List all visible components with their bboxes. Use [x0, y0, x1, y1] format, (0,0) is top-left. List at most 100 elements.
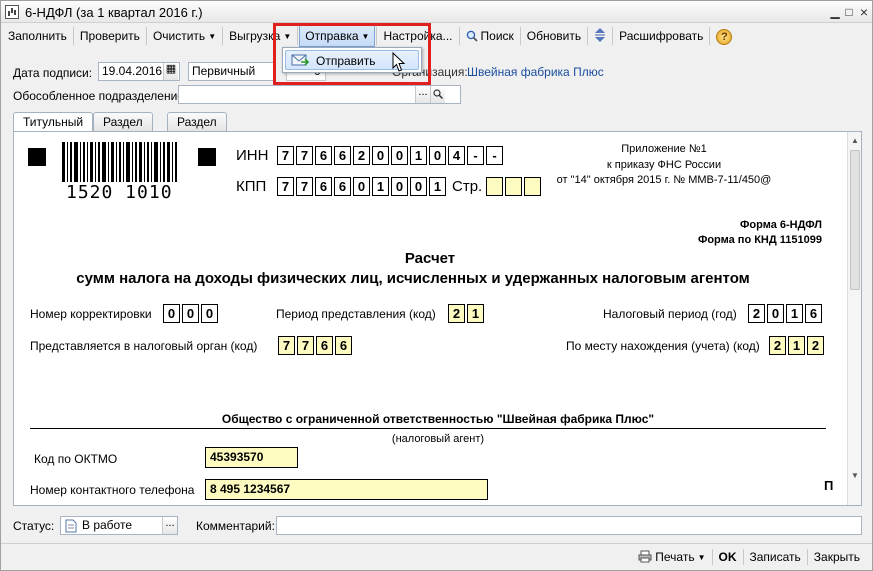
- tab-section-1[interactable]: Раздел 1: [93, 112, 153, 147]
- send-menu-label: Отправить: [316, 54, 376, 68]
- vertical-scrollbar[interactable]: ▲ ▼: [847, 132, 861, 505]
- clear-button[interactable]: Очистить ▼: [148, 25, 221, 47]
- search-label: Поиск: [480, 29, 514, 43]
- decode-button[interactable]: Расшифровать: [614, 25, 708, 47]
- correction-cells: 000: [163, 304, 220, 323]
- digit-cell[interactable]: 1: [372, 177, 389, 196]
- close-button[interactable]: Закрыть: [808, 547, 866, 567]
- digit-cell[interactable]: 1: [429, 177, 446, 196]
- search-button[interactable]: Поиск: [461, 25, 519, 47]
- digit-cell[interactable]: 2: [448, 304, 465, 323]
- scroll-down-icon[interactable]: ▼: [850, 471, 860, 481]
- digit-cell[interactable]: 6: [316, 336, 333, 355]
- printer-icon: [638, 550, 652, 563]
- expand-collapse-button[interactable]: [589, 25, 611, 47]
- tax-year-cells: 2016: [748, 304, 824, 323]
- digit-cell[interactable]: 2: [807, 336, 824, 355]
- digit-cell[interactable]: 0: [163, 304, 180, 323]
- select-button[interactable]: ...: [415, 86, 430, 103]
- toolbar-separator: [458, 27, 460, 45]
- comment-label: Комментарий:: [196, 519, 275, 533]
- oktmo-field[interactable]: 45393570: [205, 447, 298, 468]
- organization-link[interactable]: Швейная фабрика Плюс: [467, 65, 604, 79]
- kpp-label: КПП: [236, 178, 267, 195]
- digit-cell[interactable]: 7: [297, 336, 314, 355]
- subdivision-field[interactable]: ...: [178, 85, 461, 104]
- tab-title-page[interactable]: Титульный: [13, 112, 94, 132]
- marker-square: [198, 148, 216, 166]
- digit-cell[interactable]: 6: [315, 146, 332, 165]
- digit-cell[interactable]: [505, 177, 522, 196]
- digit-cell[interactable]: 1: [786, 304, 803, 323]
- digit-cell[interactable]: 7: [277, 146, 294, 165]
- check-button[interactable]: Проверить: [75, 25, 145, 47]
- digit-cell[interactable]: 2: [353, 146, 370, 165]
- page-label: Стр.: [452, 178, 483, 195]
- maximize-icon[interactable]: □: [841, 4, 857, 20]
- digit-cell[interactable]: -: [486, 146, 503, 165]
- digit-cell[interactable]: 0: [429, 146, 446, 165]
- digit-cell[interactable]: 0: [182, 304, 199, 323]
- digit-cell[interactable]: 0: [201, 304, 218, 323]
- barcode-number: 1520 1010: [66, 182, 173, 203]
- phone-field[interactable]: 8 495 1234567: [205, 479, 488, 500]
- digit-cell[interactable]: [486, 177, 503, 196]
- status-field[interactable]: В работе ...: [60, 516, 178, 535]
- save-button[interactable]: Записать: [744, 547, 807, 567]
- magnifier-icon[interactable]: [430, 86, 445, 103]
- toolbar-separator: [709, 27, 711, 45]
- refresh-button[interactable]: Обновить: [522, 25, 586, 47]
- kpp-cells: 776601001: [277, 177, 448, 196]
- digit-cell[interactable]: 1: [410, 146, 427, 165]
- report-window: 6-НДФЛ (за 1 квартал 2016 г.) ▁ □ × Запо…: [0, 0, 873, 571]
- digit-cell[interactable]: 1: [467, 304, 484, 323]
- location-cells: 212: [769, 336, 826, 355]
- scroll-thumb[interactable]: [850, 150, 860, 290]
- print-button[interactable]: Печать ▼: [632, 547, 711, 567]
- search-icon: [466, 30, 478, 42]
- inn-cells: 7766200104--: [277, 146, 505, 165]
- toolbar-separator: [145, 27, 147, 45]
- digit-cell[interactable]: 6: [315, 177, 332, 196]
- digit-cell[interactable]: 2: [769, 336, 786, 355]
- toolbar-separator: [612, 27, 614, 45]
- comment-field[interactable]: [276, 516, 862, 535]
- digit-cell[interactable]: 2: [748, 304, 765, 323]
- report-kind-select[interactable]: Первичный: [188, 62, 276, 81]
- digit-cell[interactable]: 6: [335, 336, 352, 355]
- toolbar-separator: [519, 27, 521, 45]
- fill-button[interactable]: Заполнить: [3, 25, 72, 47]
- status-select-button[interactable]: ...: [162, 517, 177, 534]
- digit-cell[interactable]: 0: [372, 146, 389, 165]
- digit-cell[interactable]: 0: [353, 177, 370, 196]
- digit-cell[interactable]: 7: [296, 177, 313, 196]
- help-button[interactable]: ?: [711, 25, 737, 47]
- sign-date-value: 19.04.2016: [102, 64, 163, 78]
- sign-date-field[interactable]: 19.04.2016 ▦: [98, 62, 180, 81]
- digit-cell[interactable]: 0: [391, 146, 408, 165]
- digit-cell[interactable]: 7: [296, 146, 313, 165]
- upload-button[interactable]: Выгрузка ▼: [224, 25, 296, 47]
- digit-cell[interactable]: 7: [278, 336, 295, 355]
- digit-cell[interactable]: 0: [767, 304, 784, 323]
- digit-cell[interactable]: -: [467, 146, 484, 165]
- digit-cell[interactable]: 0: [391, 177, 408, 196]
- settings-button[interactable]: Настройка...: [378, 25, 457, 47]
- digit-cell[interactable]: 0: [410, 177, 427, 196]
- close-icon[interactable]: ×: [856, 4, 872, 20]
- company-name: Общество с ограниченной ответственностью…: [221, 412, 655, 426]
- calendar-icon[interactable]: ▦: [163, 63, 178, 80]
- ok-button[interactable]: OK: [713, 547, 743, 567]
- tab-section-2[interactable]: Раздел 2: [167, 112, 227, 147]
- digit-cell[interactable]: 6: [334, 177, 351, 196]
- digit-cell[interactable]: 7: [277, 177, 294, 196]
- print-label: Печать: [655, 550, 695, 564]
- digit-cell[interactable]: 6: [805, 304, 822, 323]
- agent-note: (налоговый агент): [391, 433, 485, 445]
- scroll-up-icon[interactable]: ▲: [850, 136, 860, 146]
- form-knd: Форма по КНД 1151099: [697, 234, 822, 246]
- digit-cell[interactable]: 4: [448, 146, 465, 165]
- send-menu-button[interactable]: Отправка ▼: [299, 25, 376, 47]
- digit-cell[interactable]: 1: [788, 336, 805, 355]
- digit-cell[interactable]: 6: [334, 146, 351, 165]
